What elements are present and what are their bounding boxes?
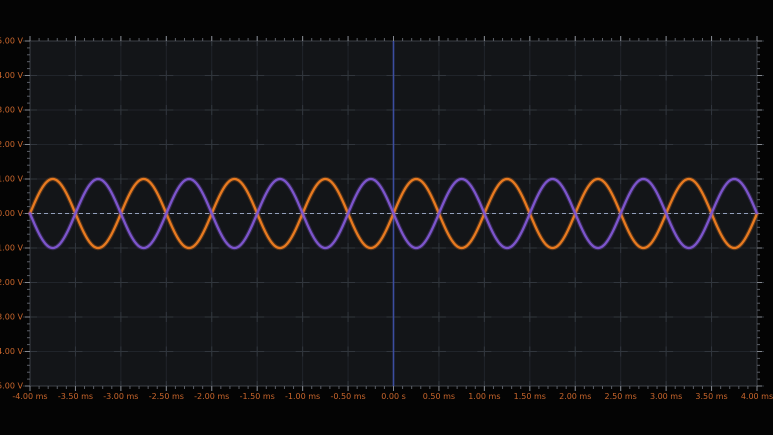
x-tick-label: 3.50 ms xyxy=(695,392,727,401)
x-tick-label: 1.50 ms xyxy=(514,392,546,401)
x-tick-label: 4.00 ms xyxy=(741,392,773,401)
x-tick-label: -4.00 ms xyxy=(12,392,47,401)
y-tick-label: 2.00 V xyxy=(0,140,24,149)
x-tick-label: 0.50 ms xyxy=(423,392,455,401)
y-axis-labels: 5.00 V 4.00 V 3.00 V 2.00 V 1.00 V 0.00 V -1.0… xyxy=(0,37,24,391)
x-tick-label: -3.00 ms xyxy=(103,392,138,401)
x-tick-label: 2.50 ms xyxy=(605,392,637,401)
x-tick-label: 1.00 ms xyxy=(468,392,500,401)
y-tick-label: 5.00 V xyxy=(0,37,24,46)
x-tick-label: -2.50 ms xyxy=(149,392,184,401)
y-tick-label: 3.00 V xyxy=(0,106,24,115)
x-axis-labels: -4.00 ms -3.50 ms -3.00 ms -2.50 ms -2.00 ms… xyxy=(12,392,773,401)
y-tick-label: 0.00 V xyxy=(0,209,24,218)
x-tick-label: 0.00 s xyxy=(381,392,406,401)
x-tick-label: 2.00 ms xyxy=(559,392,591,401)
y-tick-label: -5.00 V xyxy=(0,382,24,391)
y-tick-label: -2.00 V xyxy=(0,278,24,287)
y-tick-label: -3.00 V xyxy=(0,313,24,322)
x-tick-label: -1.00 ms xyxy=(285,392,320,401)
x-tick-label: -3.50 ms xyxy=(58,392,93,401)
oscilloscope-screen: 5.00 V 4.00 V 3.00 V 2.00 V 1.00 V 0.00 V -1.0… xyxy=(0,0,773,435)
x-tick-label: 3.00 ms xyxy=(650,392,682,401)
y-tick-label: -1.00 V xyxy=(0,244,24,253)
x-tick-label: -0.50 ms xyxy=(330,392,365,401)
y-tick-label: -4.00 V xyxy=(0,347,24,356)
y-tick-label: 1.00 V xyxy=(0,175,24,184)
y-tick-label: 4.00 V xyxy=(0,71,24,80)
x-tick-label: -2.00 ms xyxy=(194,392,229,401)
x-tick-label: -1.50 ms xyxy=(240,392,275,401)
waveform-graph[interactable]: 5.00 V 4.00 V 3.00 V 2.00 V 1.00 V 0.00 V -1.0… xyxy=(0,0,773,435)
